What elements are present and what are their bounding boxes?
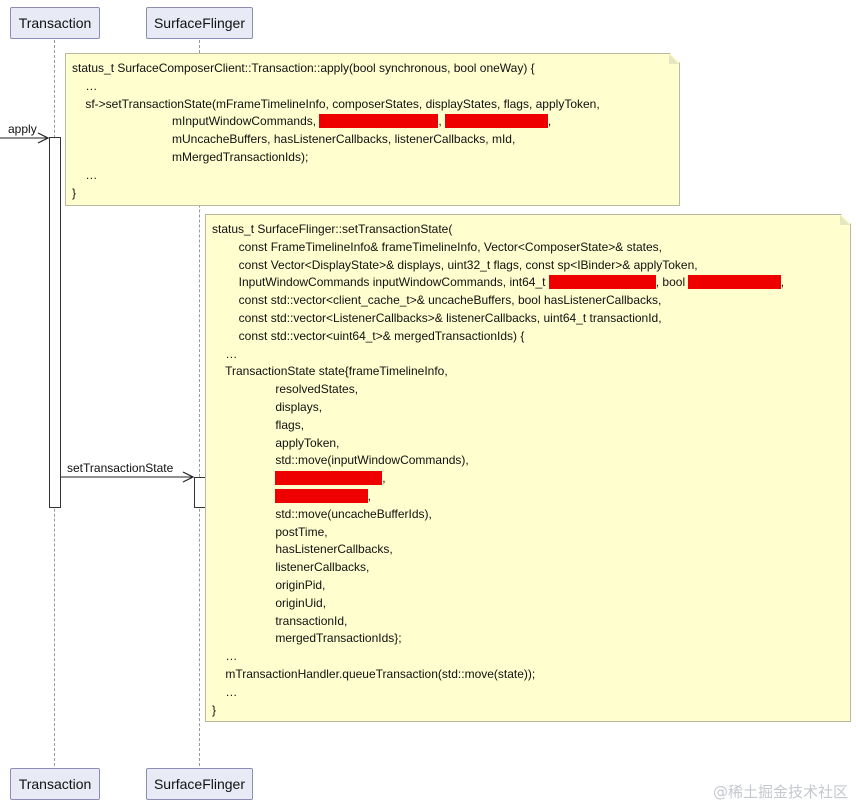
code-line: mUncacheBuffers, hasListenerCallbacks, l… [72, 131, 679, 149]
code-line: flags, [212, 417, 850, 435]
code-line: desiredPresentTime, [212, 470, 850, 488]
code-text: … [212, 346, 238, 361]
code-line: } [212, 702, 850, 720]
code-text: const std::vector<uint64_t>& mergedTrans… [212, 328, 525, 343]
code-line: TransactionState state{frameTimelineInfo… [212, 363, 850, 381]
code-text: , [367, 488, 371, 503]
code-text: const std::vector<client_cache_t>& uncac… [212, 293, 662, 308]
code-text: … [72, 78, 98, 93]
code-line: mTransactionHandler.queueTransaction(std… [212, 666, 850, 684]
code-text: , [547, 114, 552, 129]
participant-surfaceflinger-bottom: SurfaceFlinger [146, 768, 253, 800]
code-line: const FrameTimelineInfo& frameTimelineIn… [212, 239, 850, 257]
code-line: originUid, [212, 595, 850, 613]
highlighted-parameter: mIsAutoTimestamp [445, 114, 548, 129]
code-text: postTime, [212, 524, 328, 539]
code-text: mergedTransactionIds}; [212, 631, 402, 646]
note-fold-corner [669, 54, 679, 64]
code-text: InputWindowCommands inputWindowCommands,… [212, 275, 549, 290]
code-line: status_t SurfaceComposerClient::Transact… [72, 60, 679, 78]
code-line: isAutoTimestamp, [212, 488, 850, 506]
code-text: , [438, 114, 445, 129]
code-text: , bool [655, 275, 689, 290]
code-line: } [72, 185, 679, 203]
code-line: InputWindowCommands inputWindowCommands,… [212, 274, 850, 292]
code-text: mInputWindowCommands, [72, 114, 320, 129]
code-line: … [72, 167, 679, 185]
code-line: postTime, [212, 524, 850, 542]
code-text: } [212, 702, 217, 717]
code-line: resolvedStates, [212, 381, 850, 399]
participant-transaction-bottom: Transaction [10, 768, 100, 800]
code-line: listenerCallbacks, [212, 559, 850, 577]
code-text: TransactionState state{frameTimelineInfo… [212, 364, 448, 379]
code-text: mUncacheBuffers, hasListenerCallbacks, l… [72, 132, 516, 147]
note-surfaceflinger-settransactionstate-code: status_t SurfaceFlinger::setTransactionS… [205, 214, 851, 722]
code-line: applyToken, [212, 435, 850, 453]
code-line: … [212, 648, 850, 666]
code-text: mTransactionHandler.queueTransaction(std… [212, 666, 536, 681]
code-text: const std::vector<ListenerCallbacks>& li… [212, 310, 662, 325]
note-client-apply-code: status_t SurfaceComposerClient::Transact… [65, 53, 680, 206]
code-line: const std::vector<uint64_t>& mergedTrans… [212, 328, 850, 346]
code-line: transactionId, [212, 613, 850, 631]
note-fold-corner [840, 215, 850, 225]
code-line: mMergedTransactionIds); [72, 149, 679, 167]
code-text: resolvedStates, [212, 382, 359, 397]
code-text: , [780, 275, 785, 290]
code-text: … [212, 649, 238, 664]
code-line: status_t SurfaceFlinger::setTransactionS… [212, 221, 850, 239]
code-line: const std::vector<client_cache_t>& uncac… [212, 292, 850, 310]
code-text: listenerCallbacks, [212, 560, 370, 575]
code-line: const std::vector<ListenerCallbacks>& li… [212, 310, 850, 328]
participant-transaction-top: Transaction [10, 7, 100, 39]
highlighted-parameter: desiredPresentTime [548, 275, 656, 290]
code-line: sf->setTransactionState(mFrameTimelineIn… [72, 96, 679, 114]
code-text: status_t SurfaceComposerClient::Transact… [72, 61, 535, 75]
code-line: displays, [212, 399, 850, 417]
code-text: const FrameTimelineInfo& frameTimelineIn… [212, 239, 662, 254]
code-text: … [72, 167, 98, 182]
surfaceflinger-activation-bar [194, 477, 206, 508]
code-text: … [212, 684, 238, 699]
watermark: @稀土掘金技术社区 [712, 783, 848, 801]
code-text: hasListenerCallbacks, [212, 542, 393, 557]
code-text: flags, [212, 417, 305, 432]
code-text: } [72, 185, 77, 200]
code-text: transactionId, [212, 613, 348, 628]
transaction-activation-bar [49, 137, 61, 508]
code-text: applyToken, [212, 435, 340, 450]
message-apply-arrow [0, 132, 50, 144]
code-line: std::move(inputWindowCommands), [212, 452, 850, 470]
code-line: … [72, 78, 679, 96]
code-text: mMergedTransactionIds); [72, 149, 309, 164]
code-line: mInputWindowCommands, mDesiredPresentTim… [72, 113, 679, 131]
code-line: … [212, 684, 850, 702]
code-line: originPid, [212, 577, 850, 595]
participant-surfaceflinger-top: SurfaceFlinger [146, 7, 253, 39]
highlighted-parameter: isAutoTimestamp [688, 275, 781, 290]
code-text: sf->setTransactionState(mFrameTimelineIn… [72, 96, 600, 111]
code-text: originUid, [212, 595, 327, 610]
highlighted-parameter: mDesiredPresentTime [319, 114, 439, 129]
message-settransactionstate-arrow [61, 471, 195, 483]
highlighted-parameter: isAutoTimestamp [275, 488, 368, 503]
code-text: std::move(inputWindowCommands), [212, 453, 469, 468]
code-text: const Vector<DisplayState>& displays, ui… [212, 257, 698, 272]
code-line: mergedTransactionIds}; [212, 630, 850, 648]
code-text: displays, [212, 399, 323, 414]
code-text: status_t SurfaceFlinger::setTransactionS… [212, 222, 453, 236]
code-line: const Vector<DisplayState>& displays, ui… [212, 257, 850, 275]
code-line: … [212, 346, 850, 364]
code-line: std::move(uncacheBufferIds), [212, 506, 850, 524]
code-text: , [382, 471, 386, 486]
code-text: std::move(uncacheBufferIds), [212, 506, 432, 521]
highlighted-parameter: desiredPresentTime [275, 471, 383, 486]
code-line: hasListenerCallbacks, [212, 541, 850, 559]
code-text: originPid, [212, 577, 326, 592]
